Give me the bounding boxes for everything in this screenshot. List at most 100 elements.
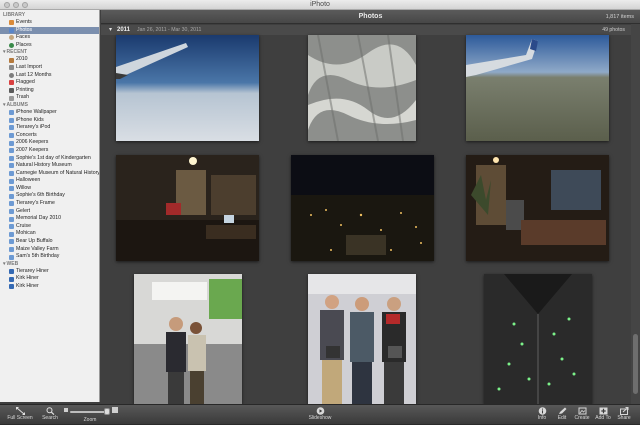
sidebar-item-events[interactable]: Events (0, 19, 99, 27)
places-icon (9, 43, 14, 49)
album-icon (9, 246, 14, 252)
zoom-knob[interactable] (104, 408, 110, 415)
slideshow-button[interactable]: Slideshow (306, 405, 334, 425)
title-bar: iPhoto (0, 0, 640, 10)
album-item[interactable]: Concerts (0, 132, 99, 140)
sidebar-item-faces[interactable]: Faces (0, 34, 99, 42)
sidebar-item-last-12-months[interactable]: Last 12 Months (0, 72, 99, 80)
two-men-expo-photo (134, 274, 242, 404)
events-icon (9, 20, 14, 26)
album-item[interactable]: Sophie's 6th Birthday (0, 192, 99, 200)
web-item[interactable]: Kirk Hiner (0, 275, 99, 283)
search-icon (46, 407, 54, 415)
album-item[interactable]: Willow (0, 185, 99, 193)
album-icon (9, 133, 14, 139)
window-title: iPhoto (310, 1, 330, 8)
album-icon (9, 201, 14, 207)
album-icon (9, 140, 14, 146)
share-button[interactable]: Share (614, 405, 634, 425)
faces-icon (9, 35, 14, 41)
photo-thumbnail[interactable] (466, 155, 609, 261)
album-item[interactable]: Mohican (0, 230, 99, 238)
add-icon (599, 407, 607, 415)
sidebar-item-2010[interactable]: 2010 (0, 56, 99, 64)
create-button[interactable]: Create (571, 405, 593, 425)
info-button[interactable]: Info (532, 405, 552, 425)
sidebar-item-places[interactable]: Places (0, 42, 99, 50)
photo-thumbnail[interactable] (116, 35, 259, 141)
album-item[interactable]: Bear Up Buffalo (0, 238, 99, 246)
photo-thumbnail[interactable] (466, 35, 609, 141)
album-item[interactable]: Carnegie Museum of Natural History (0, 170, 99, 178)
create-icon (578, 407, 586, 415)
vertical-scrollbar[interactable] (631, 24, 640, 404)
sidebar-item-flagged[interactable]: Flagged (0, 79, 99, 87)
album-icon (9, 186, 14, 192)
web-header[interactable]: WEB (0, 261, 99, 268)
trash-icon (9, 95, 14, 101)
album-icon (9, 193, 14, 199)
search-button[interactable]: Search (38, 405, 62, 425)
album-item[interactable]: Memorial Day 2010 (0, 215, 99, 223)
import-icon (9, 65, 14, 71)
album-item[interactable]: Gelert (0, 208, 99, 216)
album-item[interactable]: iPhone Wallpaper (0, 109, 99, 117)
add-to-button[interactable]: Add To (593, 405, 613, 425)
album-item[interactable]: 2007 Keepers (0, 147, 99, 155)
recent-header[interactable]: RECENT (0, 49, 99, 56)
hotel-lobby-photo (116, 155, 259, 261)
album-icon (9, 155, 14, 161)
sidebar-item-trash[interactable]: Trash (0, 94, 99, 102)
zoom-track[interactable] (70, 411, 108, 413)
large-photo-icon (112, 407, 118, 413)
share-icon (619, 407, 628, 415)
sidebar-item-photos[interactable]: Photos (0, 26, 99, 35)
year-group-header[interactable]: ▾ 2011 Jan 26, 2011 - Mar 30, 2011 49 ph… (101, 25, 631, 35)
album-item[interactable]: Sam's 5th Birthday (0, 253, 99, 261)
scrollbar-thumb[interactable] (633, 334, 638, 394)
album-item[interactable]: Tierarey's iPod (0, 124, 99, 132)
photo-thumbnail[interactable] (308, 274, 416, 404)
sidebar: LIBRARY Events Photos Faces Places RECEN… (0, 10, 100, 402)
album-icon (9, 148, 14, 154)
airplane-wing-sky-photo (116, 35, 259, 141)
web-item[interactable]: Kirk Hiner (0, 283, 99, 291)
three-men-awards-photo (308, 274, 416, 404)
album-item[interactable]: Natural History Museum (0, 162, 99, 170)
album-icon (9, 170, 14, 176)
album-icon (9, 125, 14, 131)
sidebar-item-printing[interactable]: Printing (0, 87, 99, 95)
date-range: Jan 26, 2011 - Mar 30, 2011 (137, 27, 202, 33)
photo-count: 49 photos (602, 27, 625, 33)
photo-thumbnail[interactable] (291, 155, 434, 261)
print-icon (9, 88, 14, 94)
album-item[interactable]: iPhone Kids (0, 117, 99, 125)
info-icon (538, 407, 546, 415)
item-count: 1,817 items (605, 14, 634, 20)
album-item[interactable]: Maize Valley Farm (0, 246, 99, 254)
hotel-room-photo (466, 155, 609, 261)
edit-button[interactable]: Edit (553, 405, 571, 425)
disclosure-triangle-icon[interactable]: ▾ (109, 25, 112, 35)
sidebar-item-last-import[interactable]: Last Import (0, 64, 99, 72)
album-item[interactable]: 2006 Keepers (0, 139, 99, 147)
album-item[interactable]: Sophie's 1st day of Kindergarten (0, 155, 99, 163)
photo-thumbnail[interactable] (308, 35, 416, 141)
album-icon (9, 117, 14, 123)
album-item[interactable]: Tierarey's Frame (0, 200, 99, 208)
photo-thumbnail[interactable] (484, 274, 592, 404)
glow-shirt-closeup-photo (484, 274, 592, 404)
event-icon (9, 57, 14, 63)
album-item[interactable]: Cruise (0, 223, 99, 231)
photo-thumbnail[interactable] (116, 155, 259, 261)
full-screen-button[interactable]: Full Screen (6, 405, 34, 425)
flag-icon (9, 80, 14, 86)
photo-thumbnail[interactable] (134, 274, 242, 404)
web-item[interactable]: Tierarey Hiner (0, 268, 99, 276)
albums-header[interactable]: ALBUMS (0, 102, 99, 109)
aerial-mountains-photo (308, 35, 416, 141)
fullscreen-icon (15, 407, 25, 415)
play-icon (316, 407, 324, 415)
album-item[interactable]: Halloween (0, 177, 99, 185)
album-list: iPhone Wallpaper iPhone Kids Tierarey's … (0, 109, 99, 261)
